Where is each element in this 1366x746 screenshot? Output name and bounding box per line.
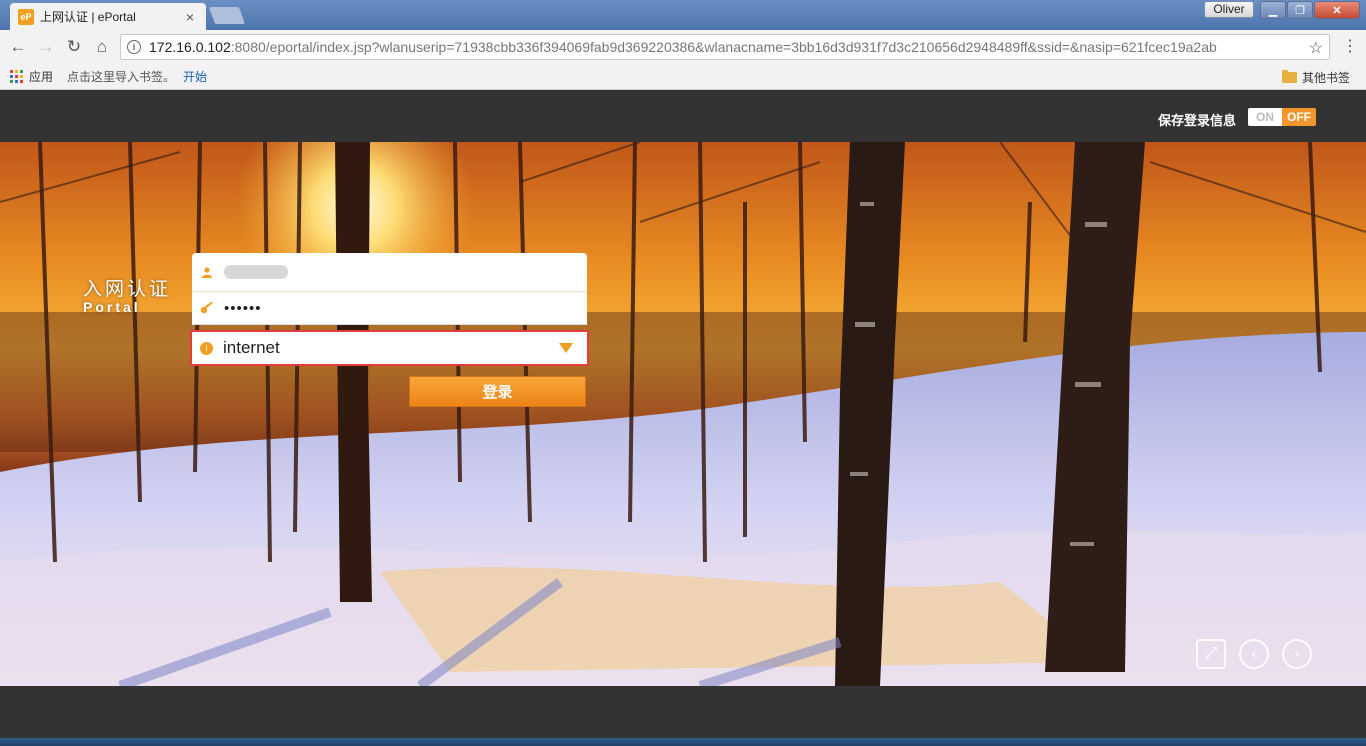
profile-button[interactable]: Oliver — [1204, 1, 1254, 18]
url-host: 172.16.0.102 — [149, 39, 231, 55]
winter-sunset-illustration — [0, 142, 1366, 686]
tab-title: 上网认证 | ePortal — [40, 10, 136, 24]
back-icon[interactable]: ← — [4, 33, 32, 61]
page-footer — [0, 686, 1366, 738]
other-bookmarks-label: 其他书签 — [1302, 71, 1351, 85]
save-login-toggle[interactable]: ON OFF — [1248, 108, 1316, 126]
new-tab-button[interactable] — [208, 7, 246, 24]
portal-brand: 入网认证 Portal — [83, 274, 171, 315]
bookmark-start-link[interactable]: 开始 — [183, 68, 207, 85]
eportal-favicon-icon: eP — [18, 8, 34, 25]
os-taskbar — [0, 738, 1366, 746]
password-field[interactable]: •••••• — [192, 292, 587, 325]
reload-icon[interactable]: ↻ — [60, 33, 88, 61]
window-minimize-button[interactable]: ▁ — [1260, 1, 1286, 19]
brand-title-en: Portal — [83, 299, 141, 315]
folder-icon — [1282, 70, 1297, 83]
bookmark-apps[interactable]: 应用 — [29, 68, 53, 85]
prev-slide-icon[interactable]: ‹ — [1239, 639, 1269, 669]
home-icon[interactable]: ⌂ — [88, 33, 116, 61]
url-path: :8080/eportal/index.jsp?wlanuserip=71938… — [230, 39, 1217, 55]
fullscreen-icon[interactable]: ⤢ — [1196, 639, 1226, 669]
tab-close-icon[interactable]: × — [182, 9, 198, 25]
forward-icon[interactable]: → — [32, 33, 60, 61]
password-value: •••••• — [224, 299, 262, 317]
window-close-button[interactable]: ✕ — [1314, 1, 1360, 19]
toggle-off-label: OFF — [1282, 108, 1316, 126]
bookmarks-bar: 应用 点击这里导入书签。 开始 其他书签 — [0, 64, 1366, 90]
site-info-icon[interactable]: i — [127, 40, 141, 54]
browser-toolbar: ← → ↻ ⌂ i 172.16.0.102 :8080/eportal/ind… — [0, 30, 1366, 64]
brand-title-cn: 入网认证 — [83, 279, 172, 300]
background-scene — [0, 142, 1366, 686]
toggle-on-label: ON — [1248, 108, 1282, 126]
service-select[interactable]: i internet — [190, 330, 589, 366]
bookmark-import-hint: 点击这里导入书签。 — [67, 70, 176, 84]
service-selected-value: internet — [223, 338, 280, 357]
dropdown-arrow-icon[interactable] — [559, 343, 573, 353]
login-button[interactable]: 登录 — [409, 376, 586, 407]
username-field[interactable] — [192, 253, 587, 292]
browser-tab[interactable]: eP 上网认证 | ePortal × — [10, 3, 206, 30]
username-value-blurred — [224, 265, 288, 279]
user-icon — [200, 265, 214, 279]
key-icon — [200, 301, 214, 315]
save-login-label: 保存登录信息 — [1158, 113, 1237, 128]
bookmark-star-icon[interactable]: ☆ — [1309, 38, 1323, 58]
browser-menu-icon[interactable]: ⋮ — [1340, 36, 1360, 56]
other-bookmarks[interactable]: 其他书签 — [1282, 69, 1350, 86]
apps-grid-icon[interactable] — [10, 70, 23, 83]
next-slide-icon[interactable]: › — [1282, 639, 1312, 669]
window-maximize-button[interactable]: ❐ — [1287, 1, 1313, 19]
browser-titlebar: eP 上网认证 | ePortal × Oliver ▁ ❐ ✕ — [0, 0, 1366, 30]
service-info-icon: i — [200, 341, 213, 355]
address-bar[interactable]: i 172.16.0.102 :8080/eportal/index.jsp?w… — [120, 34, 1330, 60]
